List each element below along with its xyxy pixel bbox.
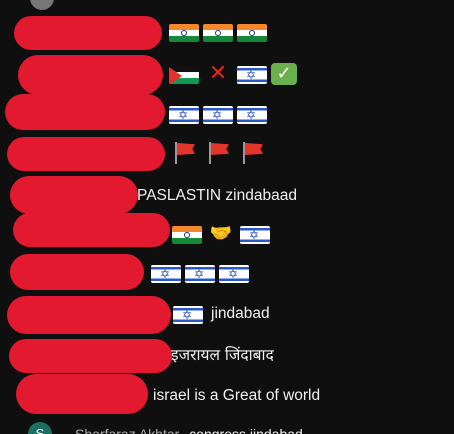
author-name[interactable]: Sharfaraz Akhtar	[75, 426, 179, 434]
avatar[interactable]: S	[28, 422, 52, 434]
redacted-username	[14, 16, 162, 50]
comment-text: इजरायल जिंदाबाद	[171, 346, 274, 364]
redacted-username	[9, 339, 172, 373]
palestine-flag-icon	[169, 65, 199, 84]
comment-row: S Sharfaraz Akhtar congress jindabad	[0, 416, 454, 434]
israel-flag-icon	[151, 264, 181, 284]
comment-row: इजरायल जिंदाबाद	[0, 337, 454, 375]
comment-text: 🤝	[172, 223, 270, 245]
redacted-username	[10, 254, 144, 290]
india-flag-icon	[172, 225, 202, 244]
red-flag-icon	[203, 142, 233, 164]
comment-row	[0, 136, 454, 174]
redacted-username	[7, 296, 171, 334]
israel-flag-icon	[203, 105, 233, 125]
comment-text	[151, 264, 249, 284]
comment-row: PASLASTIN zindabaad	[0, 176, 454, 214]
redacted-username	[13, 213, 170, 247]
comment-text	[169, 142, 267, 164]
comment-row: ✕ ✓	[0, 55, 454, 95]
israel-flag-icon	[219, 264, 249, 284]
avatar[interactable]	[30, 0, 54, 10]
india-flag-icon	[169, 24, 199, 42]
israel-flag-icon	[237, 65, 267, 85]
red-flag-icon	[169, 142, 199, 164]
india-flag-icon	[237, 24, 267, 42]
comment-author-and-text: Sharfaraz Akhtar congress jindabad	[75, 426, 303, 434]
comment-row: 🤝	[0, 213, 454, 251]
comment-text-label: jindabad	[211, 305, 270, 322]
handshake-icon: 🤝	[209, 223, 233, 244]
israel-flag-icon	[237, 105, 267, 125]
israel-flag-icon	[240, 225, 270, 245]
check-mark-icon: ✓	[271, 63, 297, 85]
india-flag-icon	[203, 24, 233, 42]
comment-text	[169, 105, 267, 125]
comment-text: jindabad	[173, 304, 270, 325]
redacted-username	[18, 55, 163, 95]
comment-row	[0, 254, 454, 292]
israel-flag-icon	[169, 105, 199, 125]
comment-text: ✕ ✓	[169, 63, 297, 85]
comment-text: PASLASTIN zindabaad	[137, 187, 297, 204]
comment-row: jindabad	[0, 294, 454, 334]
redacted-username	[7, 137, 165, 171]
comment-text: israel is a Great of world	[153, 387, 321, 404]
comment-text: congress jindabad	[189, 426, 303, 434]
comment-row: israel is a Great of world	[0, 374, 454, 414]
red-flag-icon	[237, 142, 267, 164]
israel-flag-icon	[173, 305, 203, 325]
redacted-username	[16, 374, 148, 414]
comment-row	[0, 94, 454, 134]
comment-text	[169, 23, 267, 42]
redacted-username	[5, 94, 165, 130]
redacted-username	[10, 176, 138, 214]
top-partial-row	[0, 0, 454, 10]
israel-flag-icon	[185, 264, 215, 284]
comment-row	[0, 14, 454, 52]
cross-mark-icon: ✕	[208, 61, 228, 86]
